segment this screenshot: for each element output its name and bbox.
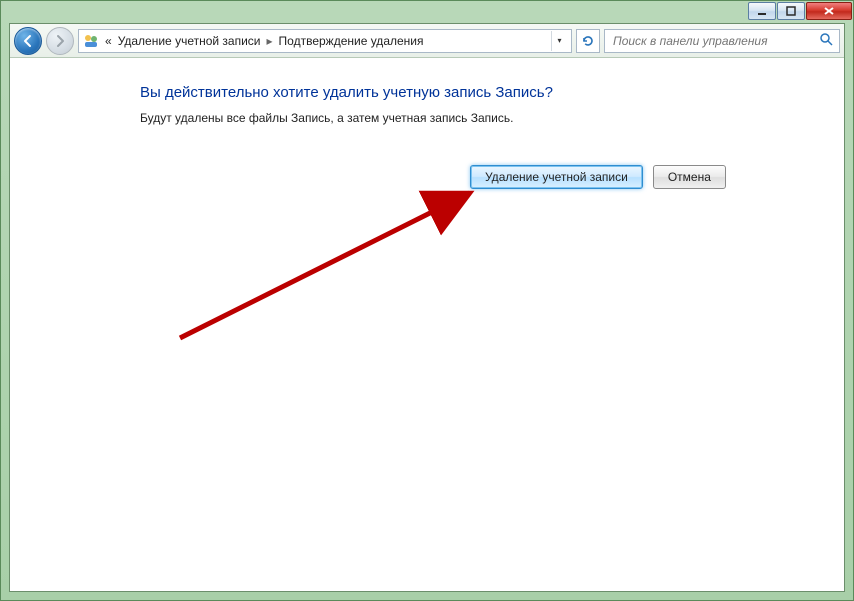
maximize-button[interactable] [777,2,805,20]
address-breadcrumb[interactable]: « Удаление учетной записи ▸ Подтверждени… [78,29,572,53]
user-accounts-icon [83,33,99,49]
maximize-icon [786,6,796,16]
page-heading: Вы действительно хотите удалить учетную … [140,84,844,101]
breadcrumb-prefix: « [105,34,112,48]
refresh-button[interactable] [576,29,600,53]
cancel-button[interactable]: Отмена [653,165,726,189]
close-icon [823,6,835,16]
minimize-icon [757,6,767,16]
navigation-bar: « Удаление учетной записи ▸ Подтверждени… [10,24,844,58]
forward-arrow-icon [53,34,67,48]
window-frame: « Удаление учетной записи ▸ Подтверждени… [0,0,854,601]
search-input[interactable] [611,33,813,49]
breadcrumb-dropdown[interactable]: ▾ [551,31,567,51]
refresh-icon [581,34,595,48]
annotation-arrow [160,178,500,348]
back-button[interactable] [14,27,42,55]
search-box[interactable] [604,29,840,53]
back-arrow-icon [21,34,35,48]
action-row: Удаление учетной записи Отмена [140,165,844,189]
explorer-window: « Удаление учетной записи ▸ Подтверждени… [9,23,845,592]
breadcrumb-item-1[interactable]: Удаление учетной записи [118,34,261,48]
page-subtext: Будут удалены все файлы Запись, а затем … [140,111,844,125]
close-button[interactable] [806,2,852,20]
breadcrumb-item-2[interactable]: Подтверждение удаления [279,34,424,48]
forward-button[interactable] [46,27,74,55]
delete-account-button[interactable]: Удаление учетной записи [470,165,643,189]
titlebar-controls [747,2,852,22]
chevron-right-icon: ▸ [267,34,273,48]
minimize-button[interactable] [748,2,776,20]
content-area: Вы действительно хотите удалить учетную … [10,58,844,591]
search-icon[interactable] [819,32,833,49]
